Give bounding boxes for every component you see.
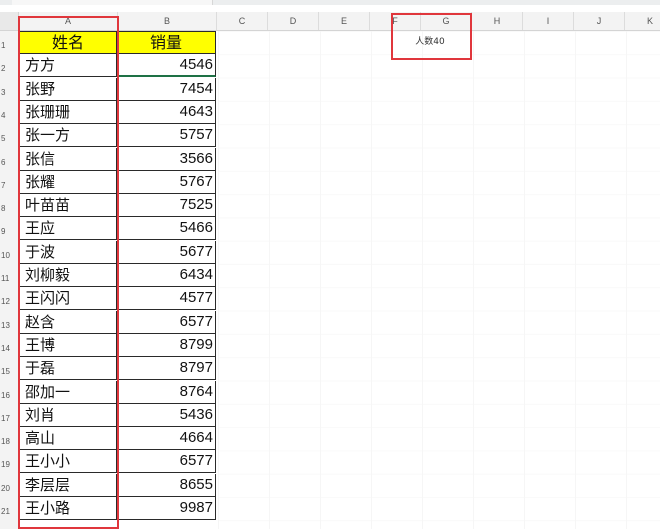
name-cell[interactable]: 张耀 — [19, 170, 117, 194]
sales-cell[interactable]: 4546 — [117, 54, 216, 78]
name-cell[interactable]: 刘肖 — [19, 403, 117, 427]
column-header-b[interactable]: B — [118, 12, 217, 30]
name-cell[interactable]: 叶苗苗 — [19, 194, 117, 218]
row-header-13[interactable]: 13 — [0, 311, 18, 334]
column-header-h[interactable]: H — [472, 12, 523, 30]
header-cell-sales[interactable]: 销量 — [117, 31, 216, 54]
sales-cell[interactable]: 5767 — [117, 170, 216, 194]
cell-g1[interactable]: 人数40 — [395, 34, 465, 50]
sales-cell[interactable]: 3566 — [117, 147, 216, 171]
row-header-6[interactable]: 6 — [0, 148, 18, 171]
row-header-17[interactable]: 17 — [0, 404, 18, 427]
column-header-d[interactable]: D — [268, 12, 319, 30]
row-header-16[interactable]: 16 — [0, 381, 18, 404]
sales-cell[interactable]: 8764 — [117, 380, 216, 404]
row-header-21[interactable]: 21 — [0, 497, 18, 520]
column-header-e[interactable]: E — [319, 12, 370, 30]
row-header-11[interactable]: 11 — [0, 264, 18, 287]
row-header-18[interactable]: 18 — [0, 427, 18, 450]
window-top-strip — [0, 0, 660, 5]
sheet-tab-strip[interactable] — [12, 0, 213, 5]
sales-cell[interactable]: 5436 — [117, 403, 216, 427]
name-cell[interactable]: 李层层 — [19, 473, 117, 497]
name-cell[interactable]: 于磊 — [19, 357, 117, 381]
empty-grid-area[interactable] — [218, 31, 660, 529]
row-header-10[interactable]: 10 — [0, 241, 18, 264]
sales-cell[interactable]: 4664 — [117, 427, 216, 451]
name-cell[interactable]: 刘柳毅 — [19, 264, 117, 287]
sales-cell[interactable]: 7525 — [117, 194, 216, 218]
sales-cell[interactable]: 5757 — [117, 124, 216, 148]
column-header-a[interactable]: A — [19, 12, 118, 30]
sales-cell[interactable]: 4577 — [117, 287, 216, 311]
name-cell[interactable]: 张信 — [19, 147, 117, 171]
name-cell[interactable]: 王小路 — [19, 497, 117, 520]
name-cell[interactable]: 邵加一 — [19, 380, 117, 404]
name-cell[interactable]: 张野 — [19, 77, 117, 101]
column-header-c[interactable]: C — [217, 12, 268, 30]
sales-cell[interactable]: 8655 — [117, 473, 216, 497]
row-header-8[interactable]: 8 — [0, 194, 18, 217]
name-cell[interactable]: 王博 — [19, 333, 117, 357]
sales-cell[interactable]: 6577 — [117, 310, 216, 334]
column-header-f[interactable]: F — [370, 12, 421, 30]
row-header-5[interactable]: 5 — [0, 124, 18, 147]
row-header-19[interactable]: 19 — [0, 450, 18, 473]
column-header-j[interactable]: J — [574, 12, 625, 30]
row-header-7[interactable]: 7 — [0, 171, 18, 194]
sales-cell[interactable]: 7454 — [117, 77, 216, 101]
name-cell[interactable]: 高山 — [19, 427, 117, 451]
sales-cell[interactable]: 6434 — [117, 264, 216, 287]
row-header-2[interactable]: 2 — [0, 54, 18, 77]
select-all-corner[interactable] — [0, 12, 19, 31]
sales-cell[interactable]: 9987 — [117, 497, 216, 520]
row-header-1[interactable]: 1 — [0, 31, 18, 54]
name-cell[interactable]: 王闪闪 — [19, 287, 117, 311]
sales-cell[interactable]: 5466 — [117, 217, 216, 241]
sales-cell[interactable]: 8799 — [117, 333, 216, 357]
row-header-15[interactable]: 15 — [0, 357, 18, 380]
row-header-20[interactable]: 20 — [0, 474, 18, 497]
sales-cell[interactable]: 4643 — [117, 100, 216, 124]
sales-cell[interactable]: 6577 — [117, 450, 216, 474]
name-cell[interactable]: 于波 — [19, 240, 117, 264]
row-header-3[interactable]: 3 — [0, 78, 18, 101]
name-cell[interactable]: 王小小 — [19, 450, 117, 474]
sales-cell[interactable]: 8797 — [117, 357, 216, 381]
column-header-g[interactable]: G — [421, 12, 472, 30]
row-header-14[interactable]: 14 — [0, 334, 18, 357]
column-header-i[interactable]: I — [523, 12, 574, 30]
name-cell[interactable]: 张一方 — [19, 124, 117, 148]
column-header-k[interactable]: K — [625, 12, 660, 30]
name-cell[interactable]: 王应 — [19, 217, 117, 241]
name-cell[interactable]: 方方 — [19, 54, 117, 78]
name-cell[interactable]: 张珊珊 — [19, 100, 117, 124]
row-header-9[interactable]: 9 — [0, 217, 18, 240]
sales-cell[interactable]: 5677 — [117, 240, 216, 264]
row-header-12[interactable]: 12 — [0, 287, 18, 310]
header-cell-name[interactable]: 姓名 — [19, 31, 117, 54]
row-header-4[interactable]: 4 — [0, 101, 18, 124]
name-cell[interactable]: 赵含 — [19, 310, 117, 334]
